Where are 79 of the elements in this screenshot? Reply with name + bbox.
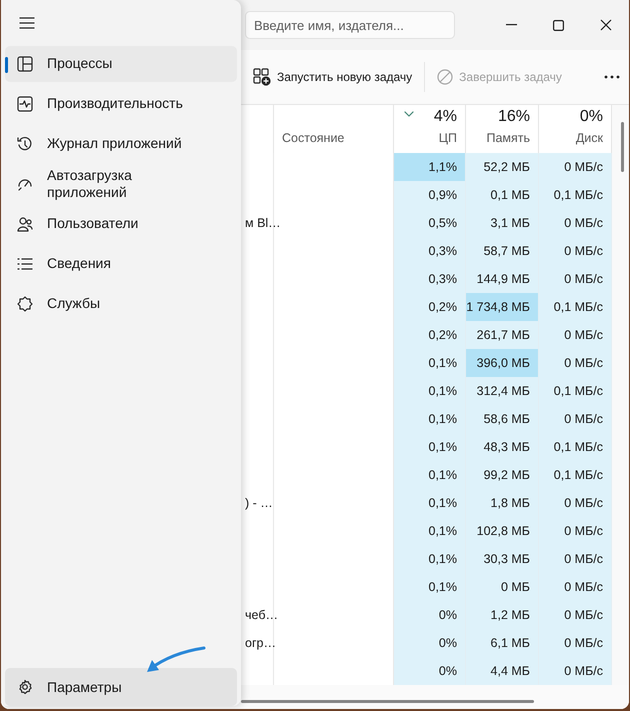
cpu-cell: 0,1%: [394, 433, 466, 461]
memory-cell: 312,4 МБ: [466, 377, 539, 405]
nav-item[interactable]: Службы: [5, 286, 237, 322]
cpu-cell: 0,3%: [394, 237, 466, 265]
cpu-cell: 0%: [394, 601, 466, 629]
search-field[interactable]: Введите имя, издателя...: [245, 11, 455, 39]
column-total: 4%: [434, 107, 457, 128]
cpu-cell: 0%: [394, 629, 466, 657]
cpu-cell: 0,2%: [394, 321, 466, 349]
disk-cell: 0 МБ/с: [539, 321, 612, 349]
disk-cell: 0 МБ/с: [539, 517, 612, 545]
memory-cell: 396,0 МБ: [466, 349, 539, 377]
disk-cell: 0,1 МБ/с: [539, 433, 612, 461]
nav-item[interactable]: Журнал приложений: [5, 126, 237, 162]
memory-cell: 4,4 МБ: [466, 657, 539, 685]
cpu-cell: 1,1%: [394, 153, 466, 181]
disk-cell: 0 МБ/с: [539, 601, 612, 629]
column-total: 0%: [580, 107, 603, 128]
disk-cell: 0 МБ/с: [539, 489, 612, 517]
nav-item[interactable]: Пользователи: [5, 206, 237, 242]
nav-item[interactable]: Процессы: [5, 46, 237, 82]
memory-cell: 52,2 МБ: [466, 153, 539, 181]
disk-cell: 0,1 МБ/с: [539, 461, 612, 489]
cpu-cell: 0,2%: [394, 293, 466, 321]
column-title: Состояние: [282, 130, 344, 148]
memory-cell: 30,3 МБ: [466, 545, 539, 573]
disk-cell: 0 МБ/с: [539, 153, 612, 181]
memory-cell: 58,7 МБ: [466, 237, 539, 265]
nav-item[interactable]: Автозагрузка приложений: [5, 166, 237, 202]
cpu-cell: 0,1%: [394, 517, 466, 545]
cpu-cell: 0,1%: [394, 545, 466, 573]
cpu-cell: 0,1%: [394, 349, 466, 377]
memory-cell: 144,9 МБ: [466, 265, 539, 293]
column-title: Память: [486, 130, 530, 148]
cpu-cell: 0%: [394, 657, 466, 685]
settings-item[interactable]: Параметры: [5, 668, 237, 706]
memory-cell: 1,2 МБ: [466, 601, 539, 629]
disk-cell: 0,1 МБ/с: [539, 181, 612, 209]
memory-cell: 6,1 МБ: [466, 629, 539, 657]
memory-cell: 0,1 МБ: [466, 181, 539, 209]
column-heading[interactable]: Состояние: [274, 105, 394, 153]
disk-cell: 0,1 МБ/с: [539, 293, 612, 321]
nav-item[interactable]: Сведения: [5, 246, 237, 282]
disk-cell: 0 МБ/с: [539, 629, 612, 657]
memory-cell: 261,7 МБ: [466, 321, 539, 349]
process-name: м Bl…: [245, 214, 281, 232]
cpu-cell: 0,9%: [394, 181, 466, 209]
memory-cell: 1,8 МБ: [466, 489, 539, 517]
disk-cell: 0 МБ/с: [539, 573, 612, 601]
cpu-cell: 0,3%: [394, 265, 466, 293]
disk-cell: 0 МБ/с: [539, 237, 612, 265]
cpu-cell: 0,1%: [394, 405, 466, 433]
run-task-button[interactable]: Запустить новую задачу: [247, 62, 418, 92]
column-title: Диск: [576, 130, 603, 148]
memory-cell: 1 734,8 МБ: [466, 293, 539, 321]
disk-cell: 0 МБ/с: [539, 545, 612, 573]
nav-item[interactable]: Производительность: [5, 86, 237, 122]
process-name: чеб…: [245, 606, 278, 624]
column-title: ЦП: [438, 130, 457, 148]
disk-cell: 0,1 МБ/с: [539, 377, 612, 405]
cpu-cell: 0,1%: [394, 461, 466, 489]
disk-cell: 0 МБ/с: [539, 657, 612, 685]
cpu-cell: 0,1%: [394, 377, 466, 405]
cpu-cell: 0,1%: [394, 489, 466, 517]
disk-cell: 0 МБ/с: [539, 349, 612, 377]
memory-cell: 99,2 МБ: [466, 461, 539, 489]
memory-cell: 102,8 МБ: [466, 517, 539, 545]
cpu-cell: 0,5%: [394, 209, 466, 237]
cpu-cell: 0,1%: [394, 573, 466, 601]
disk-cell: 0 МБ/с: [539, 265, 612, 293]
process-name: огр…: [245, 634, 276, 652]
memory-cell: 58,6 МБ: [466, 405, 539, 433]
column-total: 16%: [498, 107, 530, 128]
memory-cell: 3,1 МБ: [466, 209, 539, 237]
disk-cell: 0 МБ/с: [539, 405, 612, 433]
memory-cell: 0 МБ: [466, 573, 539, 601]
disk-cell: 0 МБ/с: [539, 209, 612, 237]
memory-cell: 48,3 МБ: [466, 433, 539, 461]
process-name: ) - …: [245, 494, 273, 512]
